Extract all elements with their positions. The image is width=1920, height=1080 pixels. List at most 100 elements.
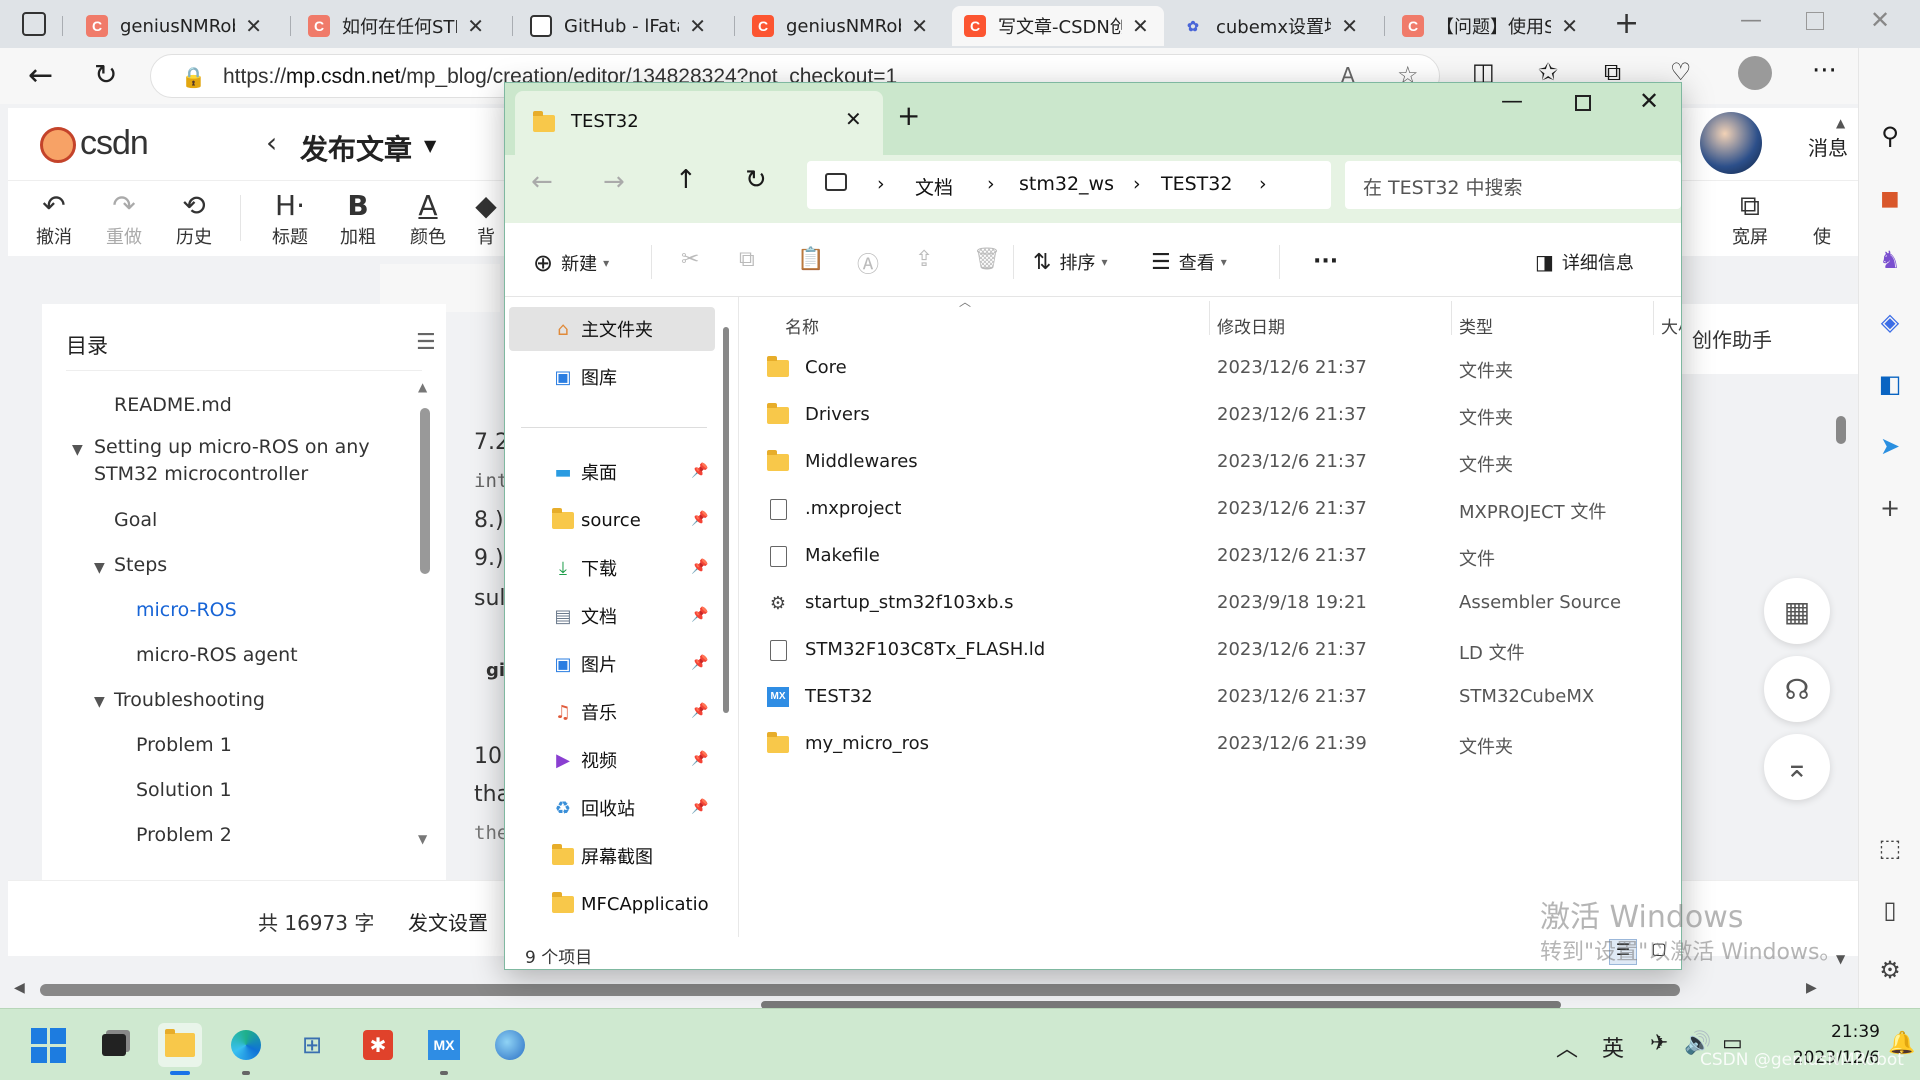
- toc-item-active[interactable]: micro-ROS: [136, 597, 237, 623]
- pin-icon[interactable]: 📌: [691, 511, 708, 527]
- refresh-icon[interactable]: ↻: [94, 58, 117, 91]
- close-window-icon[interactable]: ✕: [1639, 87, 1659, 115]
- pin-icon[interactable]: 📌: [691, 607, 708, 623]
- caret-down-icon[interactable]: ▼: [94, 560, 105, 576]
- csdn-logo[interactable]: CSDN: [40, 124, 149, 164]
- games-icon[interactable]: ♞: [1874, 244, 1906, 276]
- column-header-size[interactable]: 大小: [1661, 313, 1681, 338]
- minimize-icon[interactable]: —: [1740, 8, 1762, 33]
- background-button[interactable]: ◆ 背: [466, 189, 506, 249]
- pin-icon[interactable]: 📌: [691, 655, 708, 671]
- scroll-up-icon[interactable]: ▲: [418, 380, 427, 394]
- publish-article-title[interactable]: 发布文章: [300, 128, 412, 168]
- file-row[interactable]: .mxproject 2023/12/6 21:37 MXPROJECT 文件: [739, 486, 1681, 532]
- sidebar-toggle-icon[interactable]: ▯: [1874, 894, 1906, 926]
- breadcrumb-item[interactable]: 文档: [915, 173, 953, 200]
- caret-down-icon[interactable]: ▼: [94, 694, 105, 710]
- task-view-button[interactable]: [92, 1023, 136, 1067]
- back-to-top-icon[interactable]: ⌅: [1764, 734, 1830, 800]
- redo-button[interactable]: ↷ 重做: [94, 189, 154, 249]
- add-icon[interactable]: +: [1874, 492, 1906, 524]
- publish-settings-button[interactable]: 发文设置: [408, 907, 488, 936]
- back-chevron-icon[interactable]: ‹: [266, 126, 277, 159]
- scroll-right-icon[interactable]: ▶: [1806, 980, 1817, 996]
- view-button[interactable]: ☰ 查看 ▾: [1151, 249, 1227, 275]
- airplane-icon[interactable]: ✈: [1650, 1031, 1668, 1056]
- close-tab-icon[interactable]: ✕: [1341, 14, 1358, 38]
- copy-icon[interactable]: ⧉: [739, 247, 755, 272]
- toc-item[interactable]: Troubleshooting: [114, 687, 265, 713]
- explorer-tab[interactable]: TEST32 ✕: [515, 91, 883, 155]
- search-input[interactable]: 在 TEST32 中搜索: [1345, 161, 1681, 209]
- search-icon[interactable]: ⚲: [1874, 120, 1906, 152]
- nav-item-recycle-bin[interactable]: ♻ 回收站: [551, 793, 635, 823]
- nav-item-mfcapplication[interactable]: MFCApplicatio: [551, 889, 709, 919]
- browser-tab[interactable]: C 如何在任何STM ✕: [296, 6, 496, 46]
- file-row[interactable]: Middlewares 2023/12/6 21:37 文件夹: [739, 439, 1681, 485]
- browser-tab[interactable]: C 【问题】使用S ✕: [1390, 6, 1590, 46]
- close-tab-icon[interactable]: ✕: [1561, 14, 1578, 38]
- close-tab-icon[interactable]: ✕: [911, 14, 928, 38]
- toc-collapse-icon[interactable]: ☰: [416, 330, 436, 355]
- close-tab-icon[interactable]: ✕: [245, 14, 262, 38]
- details-pane-button[interactable]: ◨ 详细信息: [1535, 249, 1634, 275]
- chevron-down-icon[interactable]: ▼: [424, 136, 436, 155]
- taskbar-app[interactable]: ⊞: [290, 1023, 334, 1067]
- nav-item-videos[interactable]: ▶ 视频: [551, 745, 617, 775]
- pin-icon[interactable]: 📌: [691, 751, 708, 767]
- nav-item-downloads[interactable]: ⤓ 下载: [551, 553, 617, 583]
- file-row[interactable]: Makefile 2023/12/6 21:37 文件: [739, 533, 1681, 579]
- breadcrumb-separator-icon[interactable]: ›: [1259, 173, 1267, 195]
- file-row[interactable]: STM32F103C8Tx_FLASH.ld 2023/12/6 21:37 L…: [739, 627, 1681, 673]
- back-icon[interactable]: ←: [28, 58, 53, 93]
- column-header-date[interactable]: 修改日期: [1217, 313, 1285, 338]
- new-tab-icon[interactable]: +: [1614, 6, 1639, 41]
- toc-item[interactable]: STM32 microcontroller: [94, 461, 308, 487]
- caret-down-icon[interactable]: ▼: [72, 442, 83, 458]
- toc-item[interactable]: micro-ROS agent: [136, 642, 298, 668]
- this-pc-icon[interactable]: [825, 173, 847, 191]
- file-row[interactable]: Core 2023/12/6 21:37 文件夹: [739, 345, 1681, 391]
- browser-tab[interactable]: C geniusNMRobc ✕: [74, 6, 274, 46]
- new-button[interactable]: ⊕ 新建 ▾: [533, 249, 609, 277]
- column-header-name[interactable]: 名称: [785, 313, 819, 338]
- toc-scrollbar[interactable]: [420, 408, 430, 574]
- taskbar-app[interactable]: [488, 1023, 532, 1067]
- paste-icon[interactable]: 📋: [797, 247, 824, 272]
- shopping-icon[interactable]: ◼: [1874, 182, 1906, 214]
- toc-item[interactable]: README.md: [114, 392, 232, 418]
- nav-item-pictures[interactable]: ▣ 图片: [551, 649, 617, 679]
- delete-icon[interactable]: 🗑: [973, 247, 1001, 272]
- restore-icon[interactable]: [1806, 12, 1824, 30]
- close-window-icon[interactable]: ✕: [1870, 6, 1890, 34]
- nav-item-desktop[interactable]: ▬ 桌面: [551, 457, 617, 487]
- refresh-icon[interactable]: ↻: [745, 165, 767, 195]
- breadcrumb-separator-icon[interactable]: ›: [877, 173, 885, 195]
- send-icon[interactable]: ➤: [1874, 430, 1906, 462]
- more-menu-icon[interactable]: ···: [1812, 56, 1837, 86]
- browser-tab[interactable]: ✿ cubemx设置堆 ✕: [1170, 6, 1370, 46]
- breadcrumb-separator-icon[interactable]: ›: [987, 173, 995, 195]
- nav-item-music[interactable]: ♫ 音乐: [551, 697, 617, 727]
- settings-gear-icon[interactable]: ⚙: [1874, 954, 1906, 986]
- sort-button[interactable]: ⇅ 排序 ▾: [1033, 249, 1107, 275]
- toc-item[interactable]: Setting up micro-ROS on any: [94, 434, 370, 460]
- up-icon[interactable]: ↑: [675, 165, 697, 195]
- scroll-left-icon[interactable]: ◀: [14, 980, 25, 996]
- m365-icon[interactable]: ◈: [1874, 306, 1906, 338]
- file-row[interactable]: MX TEST32 2023/12/6 21:37 STM32CubeMX: [739, 674, 1681, 720]
- close-tab-icon[interactable]: ✕: [845, 107, 862, 131]
- toc-item[interactable]: Steps: [114, 552, 167, 578]
- file-row[interactable]: my_micro_ros 2023/12/6 21:39 文件夹: [739, 721, 1681, 767]
- nav-item-screenshots[interactable]: 屏幕截图: [551, 841, 653, 871]
- forward-icon[interactable]: →: [603, 167, 625, 197]
- qrcode-icon[interactable]: ▦: [1764, 578, 1830, 644]
- browser-tab[interactable]: GitHub - lFatali ✕: [518, 6, 718, 46]
- pin-icon[interactable]: 📌: [691, 463, 708, 479]
- minimize-icon[interactable]: —: [1501, 89, 1523, 114]
- file-row[interactable]: Drivers 2023/12/6 21:37 文件夹: [739, 392, 1681, 438]
- nav-item-source[interactable]: source: [551, 505, 641, 535]
- use-button[interactable]: 使: [1802, 189, 1842, 249]
- chevron-up-icon[interactable]: ︿: [1556, 1031, 1578, 1063]
- taskbar-stm32cubemx[interactable]: MX: [422, 1023, 466, 1075]
